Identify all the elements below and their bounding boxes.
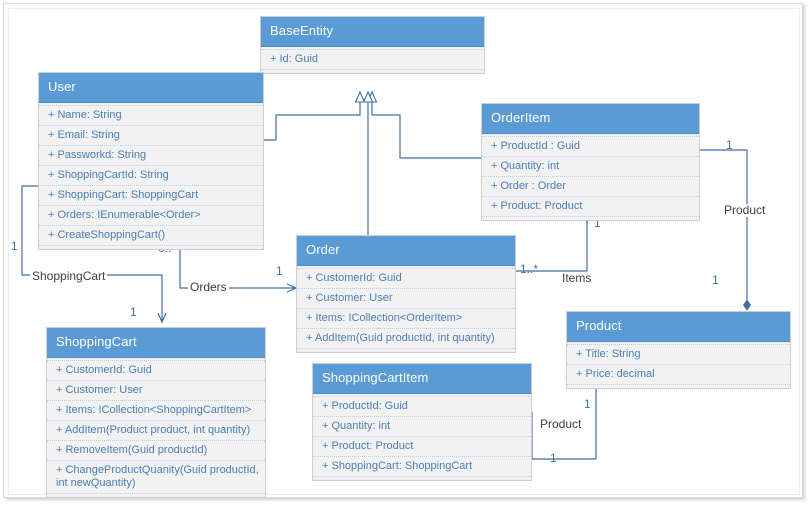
member-row: + ShoppingCartId: String [39, 166, 263, 186]
label-product-association-orderitem: Product [722, 203, 768, 217]
class-members-user: + Name: String + Email: String + Passwor… [39, 103, 263, 249]
class-box-user[interactable]: User + Name: String + Email: String + Pa… [38, 72, 264, 250]
class-title-shoppingcartitem: ShoppingCartItem [313, 364, 531, 394]
member-row: + ChangeProductQuanity(Guid productId, i… [47, 461, 265, 494]
member-row: + Product: Product [313, 437, 531, 457]
member-row: + Title: String [567, 344, 790, 365]
member-row: + ShoppingCart: ShoppingCart [39, 186, 263, 206]
class-box-shoppingcart[interactable]: ShoppingCart + CustomerId: Guid + Custom… [46, 327, 266, 498]
member-row: + ShoppingCart: ShoppingCart [313, 457, 531, 477]
class-box-shoppingcartitem[interactable]: ShoppingCartItem + ProductId: Guid + Qua… [312, 363, 532, 481]
class-title-user: User [39, 73, 263, 103]
class-title-orderitem: OrderItem [482, 104, 699, 134]
member-row: + Id: Guid [261, 49, 484, 70]
class-members-order: + CustomerId: Guid + Customer: User + It… [297, 266, 515, 352]
multiplicity-order-items-many: 1..* [520, 262, 539, 276]
member-row: + Customer: User [47, 381, 265, 401]
member-row: + CreateShoppingCart() [39, 226, 263, 246]
class-members-orderitem: + ProductId : Guid + Quantity: int + Ord… [482, 134, 699, 220]
label-product-association-cartitem: Product [538, 417, 584, 431]
class-box-baseentity[interactable]: BaseEntity + Id: Guid [260, 16, 485, 74]
member-row: + CustomerId: Guid [297, 268, 515, 289]
label-orders-association: Orders [188, 280, 229, 294]
class-members-product: + Title: String + Price: decimal [567, 342, 790, 388]
class-title-order: Order [297, 236, 515, 266]
member-row: + ProductId: Guid [313, 396, 531, 417]
member-row: + Product: Product [482, 197, 699, 217]
class-box-orderitem[interactable]: OrderItem + ProductId : Guid + Quantity:… [481, 103, 700, 221]
multiplicity-orderitem-product-one: 1 [726, 138, 733, 152]
member-row: + CustomerId: Guid [47, 360, 265, 381]
multiplicity-cartitem-product-top-one: 1 [584, 397, 591, 411]
label-items-association: Items [560, 271, 594, 285]
class-box-product[interactable]: Product + Title: String + Price: decimal [566, 311, 791, 389]
label-shoppingcart-association: ShoppingCart [30, 269, 108, 283]
multiplicity-order-left-one: 1 [276, 264, 283, 278]
class-members-shoppingcartitem: + ProductId: Guid + Quantity: int + Prod… [313, 394, 531, 480]
member-row: + Customer: User [297, 289, 515, 309]
diagram-canvas: 1 ShoppingCart 0..* 1 Orders 1 1..* Item… [0, 0, 810, 505]
class-members-shoppingcart: + CustomerId: Guid + Customer: User + It… [47, 358, 265, 497]
multiplicity-user-left-one: 1 [11, 239, 18, 253]
member-row: + Quantity: int [482, 157, 699, 177]
class-title-baseentity: BaseEntity [261, 17, 484, 47]
member-row: + Order : Order [482, 177, 699, 197]
multiplicity-product-top-one: 1 [712, 273, 719, 287]
class-box-order[interactable]: Order + CustomerId: Guid + Customer: Use… [296, 235, 516, 353]
member-row: + AddItem(Product product, int quantity) [47, 421, 265, 441]
member-row: + Items: ICollection<ShoppingCartItem> [47, 401, 265, 421]
member-row: + Orders: IEnumerable<Order> [39, 206, 263, 226]
member-row: + Price: decimal [567, 365, 790, 385]
member-row: + Items: ICollection<OrderItem> [297, 309, 515, 329]
class-members-baseentity: + Id: Guid [261, 47, 484, 73]
member-row: + Name: String [39, 105, 263, 126]
multiplicity-shoppingcart-one: 1 [130, 305, 137, 319]
class-title-product: Product [567, 312, 790, 342]
member-row: + Email: String [39, 126, 263, 146]
member-row: + AddItem(Guid productId, int quantity) [297, 329, 515, 349]
member-row: + RemoveItem(Guid productId) [47, 441, 265, 461]
member-row: + Quantity: int [313, 417, 531, 437]
class-title-shoppingcart: ShoppingCart [47, 328, 265, 358]
member-row: + Passworkd: String [39, 146, 263, 166]
member-row: + ProductId : Guid [482, 136, 699, 157]
multiplicity-cartitem-product-bottom-one: 1 [550, 451, 557, 465]
